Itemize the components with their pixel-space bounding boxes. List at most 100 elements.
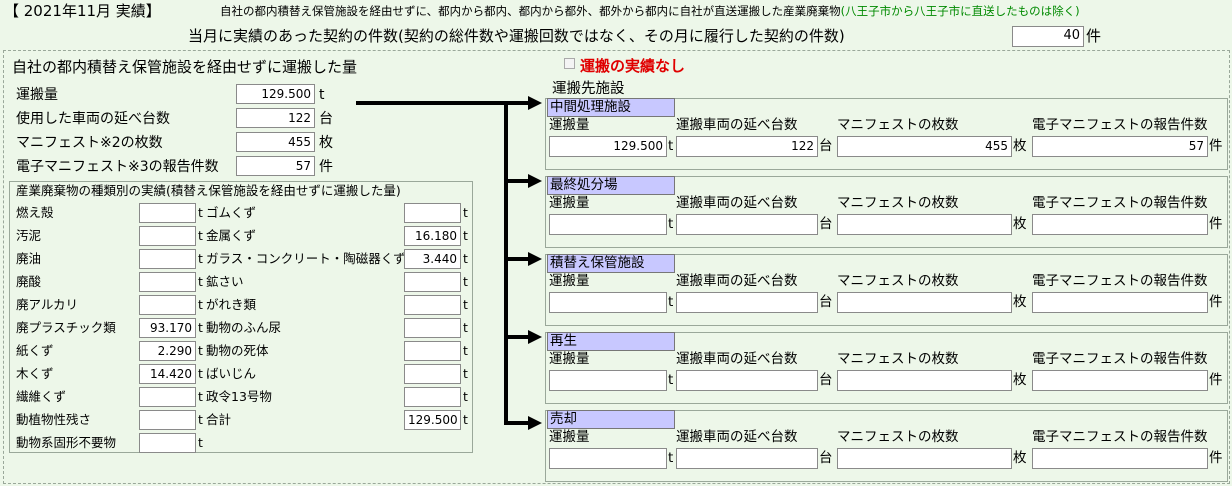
waste-unit: t: [463, 228, 468, 243]
description-note: (八王子市から八王子市に直送したものは除く): [840, 4, 1080, 18]
waste-unit: t: [198, 389, 203, 404]
waste-input[interactable]: [139, 433, 196, 453]
arrow-head-icon: [528, 96, 542, 110]
waste-unit: t: [198, 297, 203, 312]
waste-input[interactable]: [139, 203, 196, 223]
waste-input[interactable]: [139, 226, 196, 246]
arrow-branch-line: [504, 421, 530, 425]
waste-unit: t: [198, 205, 203, 220]
waste-label: 政令13号物: [206, 389, 272, 404]
summary-input[interactable]: 455: [236, 132, 315, 152]
facility-input[interactable]: [676, 370, 818, 391]
waste-label: ゴムくず: [206, 205, 257, 220]
facility-col-label: 電子マニフェストの報告件数: [1032, 195, 1208, 211]
no-record-checkbox[interactable]: [564, 58, 575, 69]
waste-label: 汚泥: [16, 228, 42, 243]
facility-input[interactable]: [1032, 448, 1208, 469]
facility-input[interactable]: 122: [676, 136, 818, 157]
summary-unit: t: [319, 87, 325, 103]
facility-name: 中間処理施設: [547, 98, 675, 117]
waste-input[interactable]: [404, 387, 461, 407]
summary-label: マニフェスト※2の枚数: [16, 135, 163, 151]
description-text: 自社の都内積替え保管施設を経由せずに、都内から都内、都内から都外、都外から都内に…: [220, 4, 841, 18]
facility-input[interactable]: [676, 214, 818, 235]
facility-unit: 件: [1209, 138, 1223, 154]
facility-input[interactable]: [1032, 214, 1208, 235]
arrow-head-icon: [528, 330, 542, 344]
waste-input[interactable]: [404, 364, 461, 384]
facility-name: 再生: [547, 332, 675, 351]
waste-unit: t: [198, 343, 203, 358]
waste-input[interactable]: [404, 295, 461, 315]
waste-input[interactable]: 3.440: [404, 249, 461, 269]
waste-unit: t: [463, 412, 468, 427]
facility-unit: t: [668, 138, 674, 154]
facility-input[interactable]: [1032, 370, 1208, 391]
facility-input[interactable]: [837, 214, 1012, 235]
summary-input[interactable]: 57: [236, 156, 315, 176]
facility-name: 積替え保管施設: [547, 254, 675, 273]
waste-input[interactable]: [139, 272, 196, 292]
facility-input[interactable]: [1032, 292, 1208, 313]
facility-unit: 台: [819, 372, 833, 388]
facility-input[interactable]: [676, 448, 818, 469]
facility-col-label: マニフェストの枚数: [837, 351, 959, 367]
waste-input[interactable]: [404, 341, 461, 361]
waste-input[interactable]: [139, 295, 196, 315]
facility-input[interactable]: [549, 370, 667, 391]
waste-input[interactable]: [139, 410, 196, 430]
facility-input[interactable]: 129.500: [549, 136, 667, 157]
facility-unit: 台: [819, 450, 833, 466]
summary-input[interactable]: 129.500: [236, 84, 315, 104]
facility-input[interactable]: [549, 214, 667, 235]
waste-unit: t: [463, 389, 468, 404]
waste-label: 鉱さい: [206, 274, 244, 289]
facility-col-label: 電子マニフェストの報告件数: [1032, 429, 1208, 445]
facility-unit: t: [668, 294, 674, 310]
facility-input[interactable]: [837, 448, 1012, 469]
waste-input[interactable]: [139, 387, 196, 407]
summary-input[interactable]: 122: [236, 108, 315, 128]
contract-count-label: 当月に実績のあった契約の件数(契約の総件数や運搬回数ではなく、その月に履行した契…: [188, 27, 845, 45]
facility-col-label: マニフェストの枚数: [837, 429, 959, 445]
facility-col-label: 運搬車両の延べ台数: [676, 195, 798, 211]
facility-unit: 枚: [1013, 294, 1027, 310]
facility-col-label: 運搬車両の延べ台数: [676, 117, 798, 133]
waste-input[interactable]: 129.500: [404, 410, 461, 430]
waste-label: 繊維くず: [16, 389, 67, 404]
waste-label: 金属くず: [206, 228, 257, 243]
facility-input[interactable]: [837, 370, 1012, 391]
waste-input[interactable]: [139, 249, 196, 269]
waste-unit: t: [198, 320, 203, 335]
waste-label: 燃え殻: [16, 205, 54, 220]
facility-input[interactable]: [837, 292, 1012, 313]
facility-col-label: マニフェストの枚数: [837, 273, 959, 289]
waste-unit: t: [198, 251, 203, 266]
arrow-head-icon: [528, 252, 542, 266]
facility-input[interactable]: [549, 292, 667, 313]
waste-input[interactable]: [404, 203, 461, 223]
left-section-title: 自社の都内積替え保管施設を経由せずに運搬した量: [12, 58, 358, 76]
summary-unit: 件: [319, 159, 333, 175]
waste-input[interactable]: [404, 272, 461, 292]
waste-input[interactable]: 2.290: [139, 341, 196, 361]
waste-input[interactable]: [404, 318, 461, 338]
arrow-head-icon: [528, 416, 542, 430]
waste-input[interactable]: 16.180: [404, 226, 461, 246]
waste-unit: t: [198, 274, 203, 289]
facility-input[interactable]: [676, 292, 818, 313]
contract-count-input[interactable]: 40: [1012, 26, 1084, 47]
facility-input[interactable]: 57: [1032, 136, 1208, 157]
facility-name: 売却: [547, 410, 675, 429]
waste-input[interactable]: 93.170: [139, 318, 196, 338]
arrow-head-icon: [528, 174, 542, 188]
waste-unit: t: [198, 412, 203, 427]
facility-unit: t: [668, 372, 674, 388]
facility-input[interactable]: 455: [837, 136, 1012, 157]
arrow-main-line: [356, 101, 508, 105]
facility-col-label: マニフェストの枚数: [837, 117, 959, 133]
facility-input[interactable]: [549, 448, 667, 469]
waste-unit: t: [463, 320, 468, 335]
facility-col-label: 運搬車両の延べ台数: [676, 273, 798, 289]
waste-input[interactable]: 14.420: [139, 364, 196, 384]
